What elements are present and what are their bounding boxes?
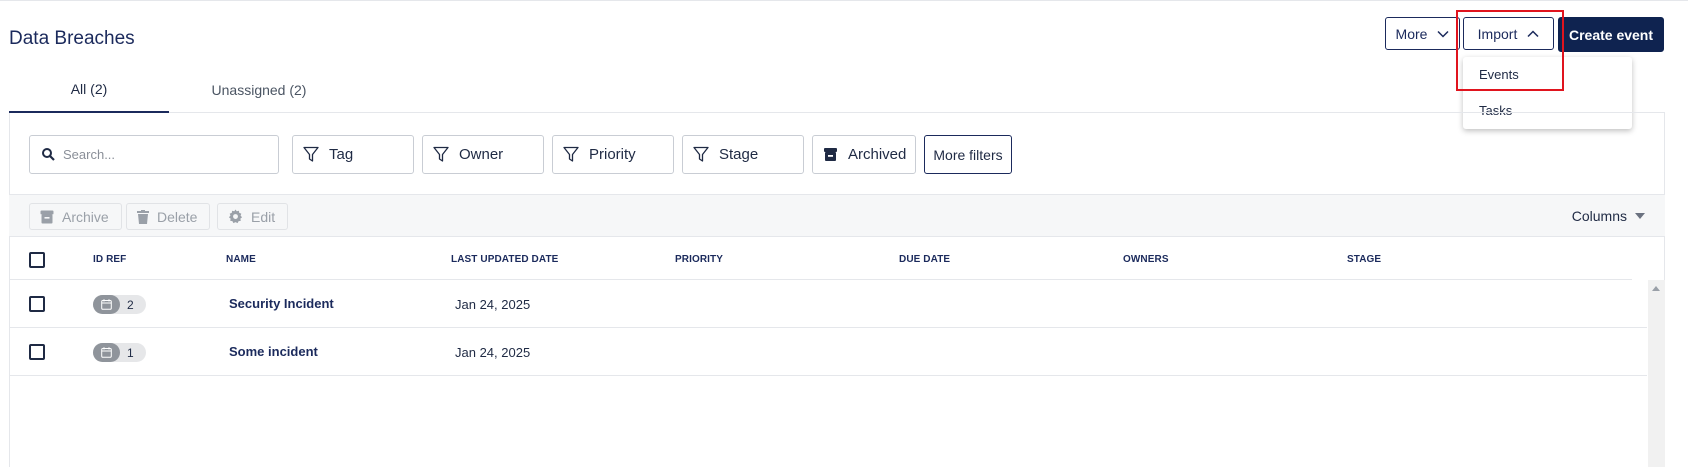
edit-button[interactable]: Edit (217, 203, 289, 230)
filter-priority-label: Priority (589, 146, 636, 163)
column-header-last-updated[interactable]: LAST UPDATED DATE (451, 254, 558, 265)
more-button[interactable]: More (1385, 17, 1460, 50)
delete-button[interactable]: Delete (126, 203, 211, 230)
archive-icon (40, 210, 54, 223)
filter-archived-label: Archived (848, 146, 907, 163)
filter-tag-label: Tag (329, 146, 354, 163)
select-all-checkbox[interactable] (29, 252, 45, 268)
search-input[interactable] (63, 147, 263, 162)
filter-owner[interactable]: Owner (422, 135, 544, 174)
chevron-up-icon (1527, 29, 1539, 37)
trash-icon (137, 209, 149, 224)
filter-owner-label: Owner (459, 146, 504, 163)
more-filters-button[interactable]: More filters (924, 135, 1012, 174)
calendar-icon (93, 343, 120, 362)
search-box[interactable] (29, 135, 279, 174)
scroll-up-arrow-icon[interactable] (1652, 286, 1660, 291)
top-divider (0, 0, 1688, 1)
archive-box-icon (824, 148, 837, 161)
page-title: Data Breaches (9, 28, 135, 49)
filter-tag[interactable]: Tag (292, 135, 414, 174)
column-header-due-date[interactable]: DUE DATE (899, 254, 950, 265)
filter-icon (433, 146, 449, 162)
columns-menu-button[interactable]: Columns (1572, 208, 1645, 224)
filter-priority[interactable]: Priority (552, 135, 674, 174)
caret-down-icon (1635, 213, 1645, 219)
row-name-link[interactable]: Security Incident (229, 296, 334, 311)
table-row[interactable]: 2 Security Incident Jan 24, 2025 (9, 280, 1647, 328)
columns-label: Columns (1571, 208, 1627, 224)
tab-unassigned-label: Unassigned (2) (211, 81, 307, 98)
filter-icon (563, 146, 579, 162)
vertical-scrollbar[interactable] (1648, 280, 1665, 467)
table-row[interactable]: 1 Some incident Jan 24, 2025 (9, 328, 1647, 376)
filter-icon (303, 146, 319, 162)
tab-bar: All (2) Unassigned (2) (9, 66, 1665, 113)
id-ref-badge: 1 (93, 343, 146, 362)
row-checkbox[interactable] (29, 296, 45, 312)
archive-button[interactable]: Archive (29, 203, 122, 230)
filter-stage[interactable]: Stage (682, 135, 804, 174)
edit-label: Edit (251, 208, 276, 225)
tab-all-label: All (2) (70, 80, 108, 97)
id-ref-value: 1 (127, 345, 134, 360)
more-filters-label: More filters (933, 146, 1003, 163)
calendar-icon (93, 295, 120, 314)
id-ref-value: 2 (127, 297, 134, 312)
gear-icon (228, 209, 243, 224)
more-button-label: More (1395, 25, 1428, 42)
bulk-action-toolbar: Archive Delete Edit Columns (9, 194, 1665, 237)
id-ref-badge: 2 (93, 295, 146, 314)
column-header-priority[interactable]: PRIORITY (675, 254, 723, 265)
chevron-down-icon (1437, 30, 1449, 38)
import-button-label: Import (1477, 25, 1518, 42)
row-name-link[interactable]: Some incident (229, 344, 318, 359)
column-header-name[interactable]: NAME (226, 254, 256, 265)
filter-stage-label: Stage (719, 146, 759, 163)
tab-unassigned[interactable]: Unassigned (2) (169, 66, 349, 113)
column-header-id-ref[interactable]: ID REF (93, 254, 126, 265)
filter-icon (693, 146, 709, 162)
search-icon (42, 148, 55, 161)
archive-label: Archive (62, 208, 109, 225)
table-header: ID REF NAME LAST UPDATED DATE PRIORITY D… (9, 237, 1632, 280)
create-event-label: Create event (1568, 26, 1654, 43)
column-header-stage[interactable]: STAGE (1347, 254, 1381, 265)
tab-all[interactable]: All (2) (9, 66, 169, 113)
column-header-owners[interactable]: OWNERS (1123, 254, 1169, 265)
row-checkbox[interactable] (29, 344, 45, 360)
create-event-button[interactable]: Create event (1558, 17, 1664, 52)
row-updated-date: Jan 24, 2025 (455, 297, 531, 312)
row-updated-date: Jan 24, 2025 (455, 345, 531, 360)
filter-archived[interactable]: Archived (812, 135, 916, 174)
delete-label: Delete (157, 208, 198, 225)
import-button[interactable]: Import (1463, 17, 1554, 50)
